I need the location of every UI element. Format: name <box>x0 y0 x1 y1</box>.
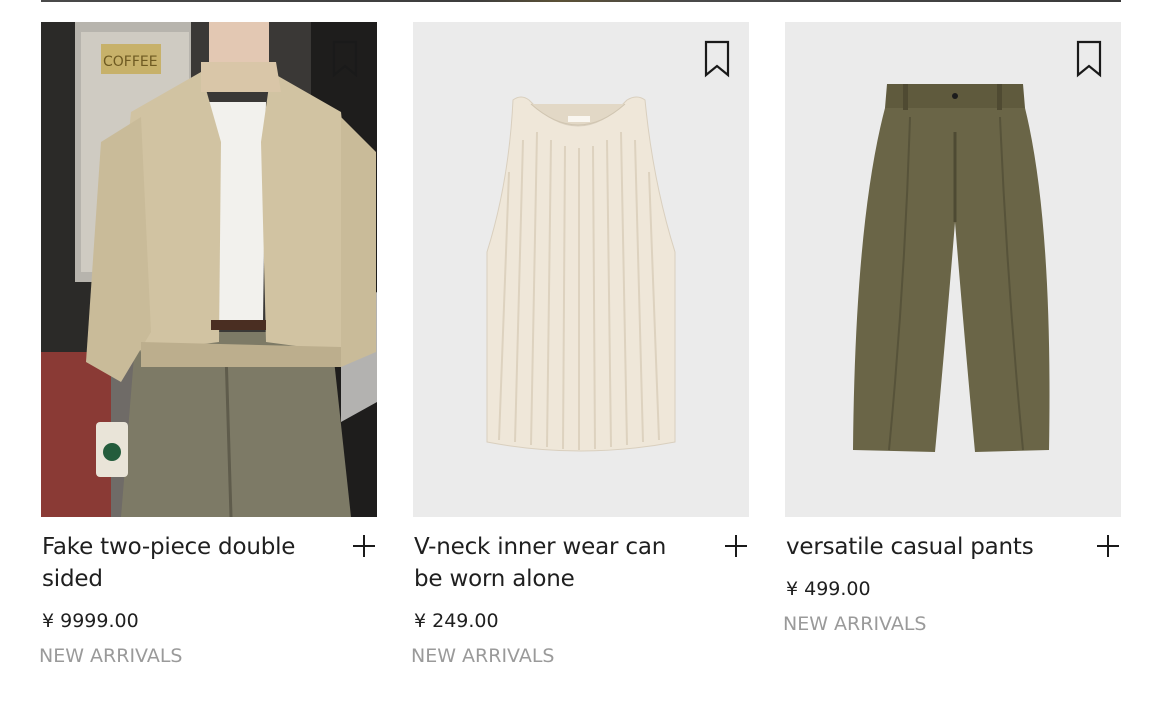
product-card[interactable]: versatile casual pants ¥ 499.00 NEW ARRI… <box>783 22 1121 667</box>
product-info: Fake two-piece double sided ¥ 9999.00 NE… <box>39 531 377 667</box>
product-card[interactable]: COFFEE Fake two-piece double sided ¥ 999… <box>39 22 377 667</box>
svg-text:COFFEE: COFFEE <box>103 54 158 70</box>
plus-icon[interactable] <box>1095 533 1121 559</box>
bookmark-icon[interactable] <box>1075 40 1103 78</box>
bookmark-icon[interactable] <box>331 40 359 78</box>
product-price: ¥ 499.00 <box>786 578 871 600</box>
product-price: ¥ 249.00 <box>414 610 499 632</box>
product-name[interactable]: Fake two-piece double sided <box>42 531 312 595</box>
product-tag: NEW ARRIVALS <box>783 613 927 635</box>
plus-icon[interactable] <box>723 533 749 559</box>
tank-top-photo <box>413 22 749 517</box>
bookmark-icon[interactable] <box>703 40 731 78</box>
top-image-strip <box>41 0 1121 2</box>
product-info: versatile casual pants ¥ 499.00 NEW ARRI… <box>783 531 1121 635</box>
product-image[interactable] <box>785 22 1121 517</box>
product-name[interactable]: versatile casual pants <box>786 531 1056 563</box>
product-tag: NEW ARRIVALS <box>39 645 183 667</box>
product-info: V-neck inner wear can be worn alone ¥ 24… <box>411 531 749 667</box>
pants-photo <box>785 22 1121 517</box>
plus-icon[interactable] <box>351 533 377 559</box>
product-tag: NEW ARRIVALS <box>411 645 555 667</box>
product-name[interactable]: V-neck inner wear can be worn alone <box>414 531 684 595</box>
product-grid: COFFEE Fake two-piece double sided ¥ 999… <box>39 22 1121 667</box>
model-photo: COFFEE <box>41 22 377 517</box>
product-image[interactable] <box>413 22 749 517</box>
product-price: ¥ 9999.00 <box>42 610 139 632</box>
product-card[interactable]: V-neck inner wear can be worn alone ¥ 24… <box>411 22 749 667</box>
product-image[interactable]: COFFEE <box>41 22 377 517</box>
